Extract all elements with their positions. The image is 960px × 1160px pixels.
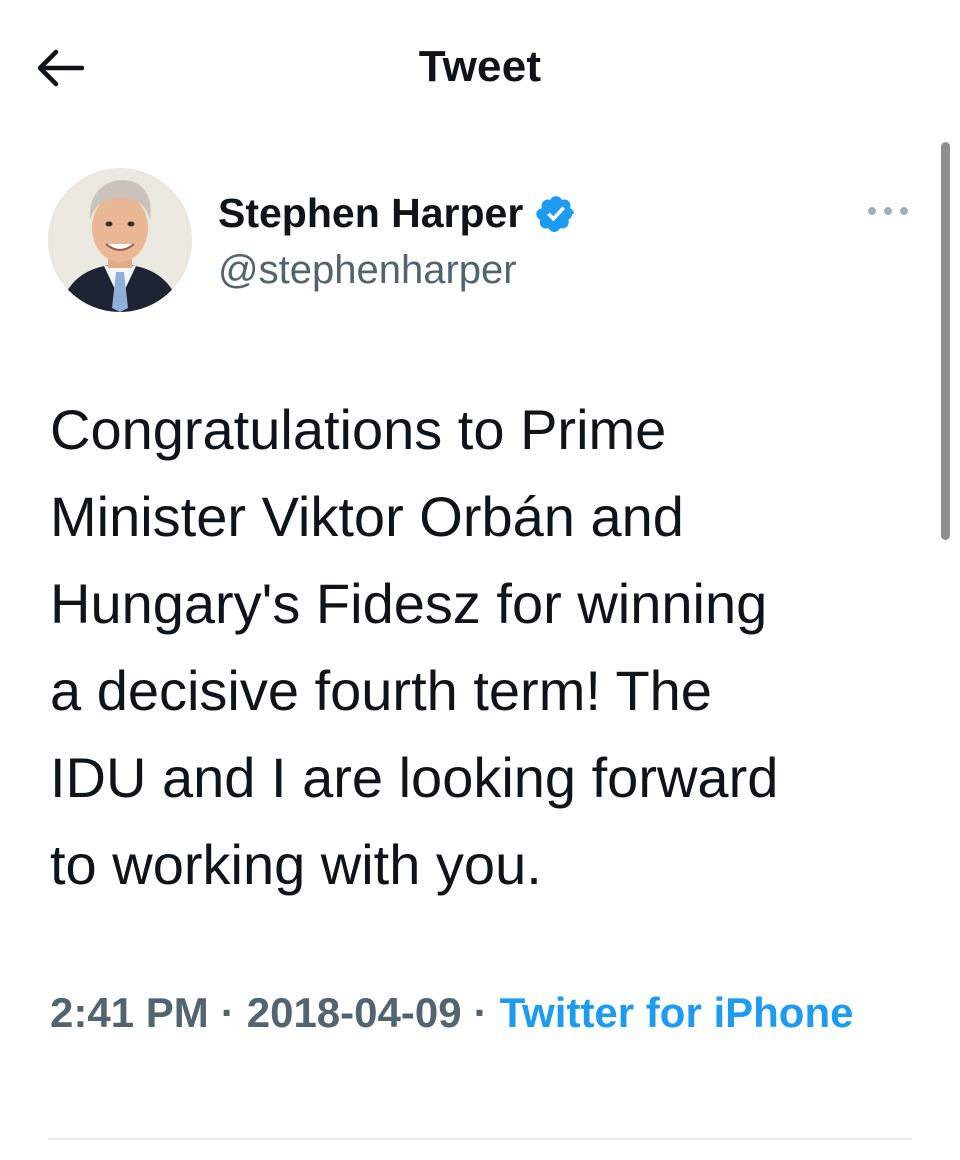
tweet-date[interactable]: 2018-04-09 bbox=[247, 989, 462, 1036]
divider bbox=[48, 1138, 912, 1140]
scrollbar[interactable] bbox=[941, 142, 950, 540]
tweet-metadata: 2:41 PM · 2018-04-09 · Twitter for iPhone bbox=[50, 982, 910, 1044]
top-bar: Tweet bbox=[0, 0, 960, 130]
tweet-time[interactable]: 2:41 PM bbox=[50, 989, 209, 1036]
tweet-source-link[interactable]: Twitter for iPhone bbox=[500, 989, 854, 1036]
author-name-row: Stephen Harper bbox=[218, 190, 577, 237]
more-options-button[interactable] bbox=[858, 194, 918, 228]
author-display-name[interactable]: Stephen Harper bbox=[218, 190, 523, 237]
tweet-author: Stephen Harper @stephenharper bbox=[48, 168, 928, 318]
meta-separator: · bbox=[473, 989, 488, 1036]
avatar[interactable] bbox=[48, 168, 192, 312]
profile-photo bbox=[48, 168, 192, 312]
more-horizontal-icon bbox=[868, 207, 908, 215]
meta-separator: · bbox=[220, 989, 235, 1036]
tweet-text: Congratulations to Prime Minister Viktor… bbox=[50, 398, 779, 896]
page-title: Tweet bbox=[418, 42, 542, 91]
author-handle[interactable]: @stephenharper bbox=[218, 248, 517, 293]
verified-badge-icon bbox=[536, 195, 575, 232]
